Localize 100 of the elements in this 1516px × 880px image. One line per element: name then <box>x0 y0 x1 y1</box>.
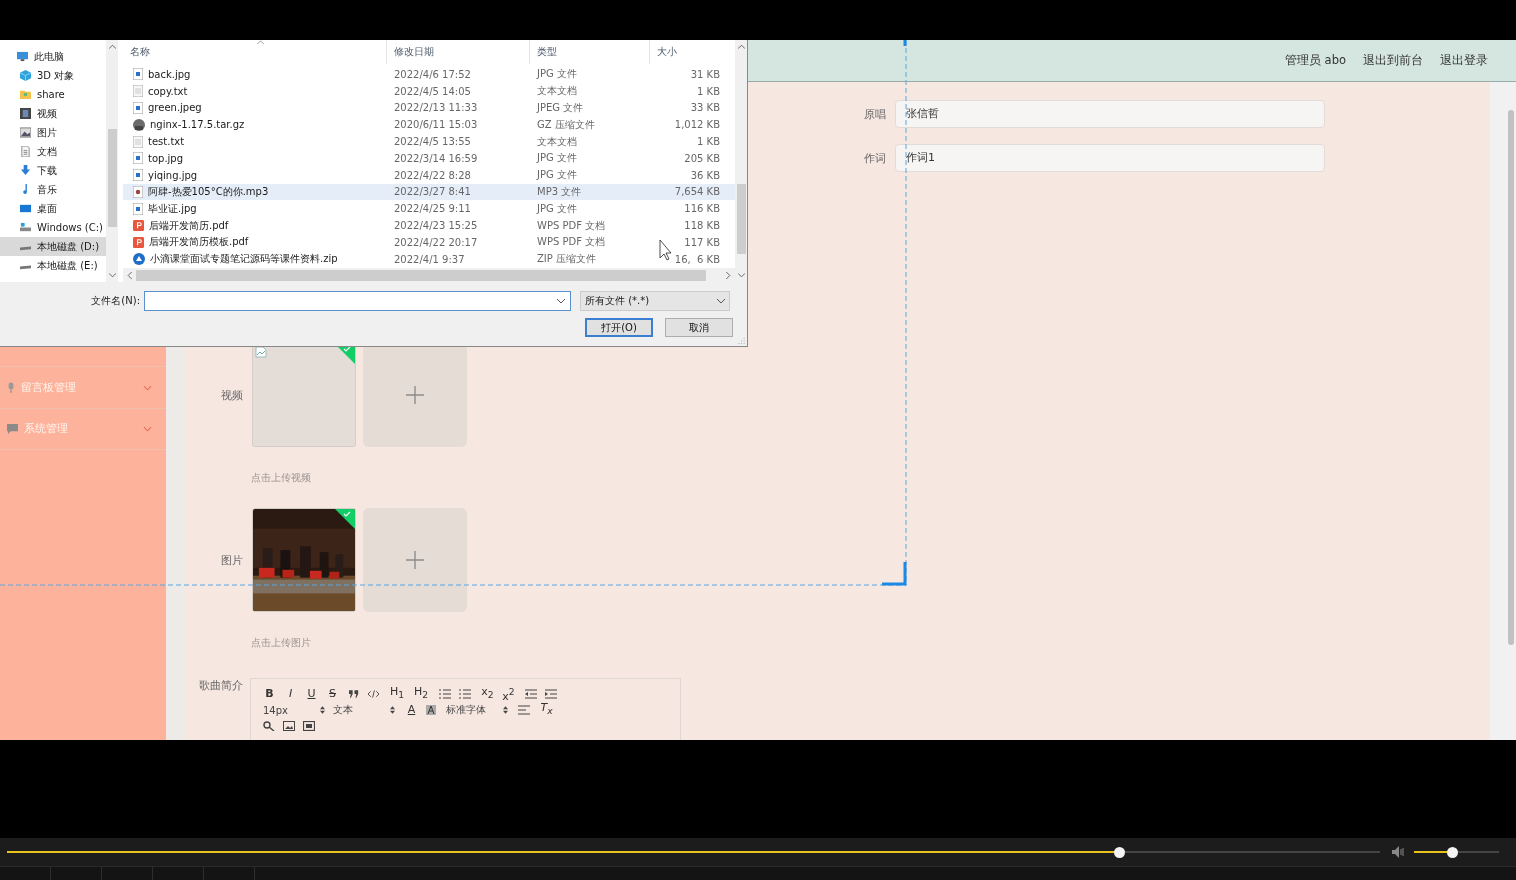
nav-item[interactable]: 本地磁盘 (E:) <box>0 256 106 275</box>
header-link[interactable]: 管理员 abo <box>1284 53 1346 68</box>
header-link[interactable]: 退出到前台 <box>1363 53 1423 68</box>
progress-slider[interactable] <box>7 846 1380 858</box>
file-type-dropdown[interactable]: 所有文件 (*.*) <box>580 291 730 311</box>
column-header[interactable]: 修改日期 <box>387 40 530 64</box>
align-icon[interactable] <box>518 705 530 715</box>
file-size: 116 KB <box>683 203 721 215</box>
scrollbar[interactable] <box>1490 82 1516 740</box>
file-row[interactable]: nginx-1.17.5.tar.gz 2020/6/11 15:03 GZ 压缩文件 1,012 KB <box>123 116 735 134</box>
nav-item[interactable]: Windows (C:) <box>0 218 106 237</box>
nav-item[interactable]: 下载 <box>0 161 106 180</box>
progress-thumb[interactable] <box>1113 846 1125 858</box>
header-link[interactable]: 退出登录 <box>1440 53 1488 68</box>
toolbar-button[interactable]: T$_{x}$ <box>540 701 553 719</box>
list-icon[interactable] <box>439 689 451 699</box>
column-header[interactable]: 名称 <box>123 40 387 64</box>
scrollbar[interactable] <box>106 40 118 282</box>
scroll-up-icon[interactable] <box>108 44 116 49</box>
nav-item[interactable]: 音乐 <box>0 180 106 199</box>
toolbar-select[interactable]: 14px <box>263 704 325 716</box>
file-row[interactable]: 后端开发简历.pdf 2022/4/23 15:25 WPS PDF 文档 118 KB <box>123 217 735 234</box>
updown-arrows-icon <box>503 706 508 714</box>
indent-icon[interactable] <box>545 689 557 699</box>
toolbar-button[interactable]: H$_{1}$ <box>389 685 405 703</box>
indent-icon[interactable] <box>525 689 537 699</box>
image-icon[interactable] <box>283 721 295 731</box>
quote-icon[interactable] <box>349 690 360 698</box>
volume-slider[interactable] <box>1414 846 1499 858</box>
dialog-button[interactable]: 取消 <box>665 318 733 337</box>
user-folder-icon <box>20 89 31 100</box>
scrollbar[interactable] <box>735 40 747 282</box>
download-icon <box>20 165 31 176</box>
file-row[interactable]: green.jpeg 2022/2/13 11:33 JPEG 文件 33 KB <box>123 99 735 117</box>
nav-item[interactable]: share <box>0 85 106 104</box>
image-file-icon <box>133 169 143 182</box>
toolbar-button[interactable]: I <box>284 687 297 701</box>
scroll-down-icon[interactable] <box>108 273 116 278</box>
file-date: 2022/3/14 16:59 <box>393 152 479 164</box>
file-row[interactable]: 阿肆-热爱105°C的你.mp3 2022/3/27 8:41 MP3 文件 7,654 KB <box>123 183 735 201</box>
link-icon[interactable] <box>263 721 275 731</box>
input-field[interactable]: 作词1 <box>895 144 1325 172</box>
scroll-right-icon[interactable] <box>726 271 731 279</box>
dialog-button[interactable]: 打开(O) <box>585 318 653 337</box>
nav-item[interactable]: 文档 <box>0 142 106 161</box>
column-header[interactable]: 大小 <box>650 40 730 64</box>
code-icon[interactable] <box>368 690 379 698</box>
archive-icon <box>133 118 145 131</box>
toolbar-button[interactable]: H$_{2}$ <box>413 685 429 703</box>
file-row[interactable]: yiqing.jpg 2022/4/22 8:28 JPG 文件 36 KB <box>123 166 735 184</box>
nav-item[interactable]: 本地磁盘 (D:) <box>0 237 106 256</box>
scrollbar[interactable] <box>123 268 735 282</box>
document-icon <box>20 146 31 157</box>
file-date: 2022/4/22 8:28 <box>393 169 472 181</box>
file-type: JPEG 文件 <box>535 101 585 115</box>
column-header[interactable]: 类型 <box>530 40 650 64</box>
file-row[interactable]: copy.txt 2022/4/5 14:05 文本文档 1 KB <box>123 82 735 100</box>
film-icon[interactable] <box>303 721 315 731</box>
file-row[interactable]: 毕业证.jpg 2022/4/25 9:11 JPG 文件 116 KB <box>123 200 735 218</box>
filename-field[interactable] <box>144 291 571 311</box>
file-row[interactable]: 小滴课堂面试专题笔记源码等课件资料.zip 2022/4/1 9:37 ZIP 压缩文件 16, 6 KB <box>123 250 735 268</box>
toolbar-button[interactable]: A <box>405 703 418 717</box>
file-row[interactable]: 后端开发简历模板.pdf 2022/4/22 20:17 WPS PDF 文档 117 KB <box>123 233 735 251</box>
toolbar-button[interactable]: B <box>263 687 276 701</box>
toolbar-button[interactable]: x$^{2}$ <box>502 684 515 704</box>
input-field[interactable]: 张信哲 <box>895 100 1325 128</box>
nav-item[interactable]: 3D 对象 <box>0 66 106 85</box>
updown-arrows-icon <box>320 706 325 714</box>
chevron-down-icon[interactable] <box>557 298 565 304</box>
scroll-thumb[interactable] <box>107 129 117 227</box>
archive-icon <box>133 253 145 266</box>
nav-item[interactable]: 图片 <box>0 123 106 142</box>
upload-hint: 点击上传图片 <box>251 637 312 649</box>
nav-item[interactable]: 此电脑 <box>0 47 106 66</box>
highlight-icon[interactable] <box>426 705 436 715</box>
toolbar-button[interactable]: S <box>326 687 339 701</box>
file-row[interactable]: top.jpg 2022/3/14 16:59 JPG 文件 205 KB <box>123 150 735 167</box>
toolbar-button[interactable]: U <box>305 687 318 701</box>
toolbar-button[interactable]: x$_{2}$ <box>481 685 494 703</box>
add-tile[interactable] <box>363 508 467 612</box>
file-row[interactable]: back.jpg 2022/4/6 17:52 JPG 文件 31 KB <box>123 66 735 83</box>
selection-corner-handle[interactable] <box>882 562 907 586</box>
toolbar-select[interactable]: 标准字体 <box>446 703 508 717</box>
scroll-thumb[interactable] <box>136 269 706 281</box>
speaker-icon[interactable] <box>1392 846 1406 858</box>
scroll-up-icon[interactable] <box>737 44 745 49</box>
image-file-icon <box>133 152 143 165</box>
list-icon[interactable] <box>459 689 471 699</box>
scroll-down-icon[interactable] <box>737 273 745 278</box>
nav-item[interactable]: 视频 <box>0 104 106 123</box>
scroll-thumb[interactable] <box>1508 110 1514 645</box>
scroll-thumb[interactable] <box>736 184 746 254</box>
toolbar-select[interactable]: 文本 <box>333 703 395 717</box>
file-name: top.jpg <box>148 152 184 164</box>
file-name: yiqing.jpg <box>148 169 198 181</box>
file-row[interactable]: test.txt 2022/4/5 13:55 文本文档 1 KB <box>123 133 735 150</box>
scroll-left-icon[interactable] <box>127 271 132 279</box>
nav-item[interactable]: 桌面 <box>0 199 106 218</box>
volume-thumb[interactable] <box>1446 846 1458 858</box>
file-date: 2022/4/23 15:25 <box>393 220 479 232</box>
